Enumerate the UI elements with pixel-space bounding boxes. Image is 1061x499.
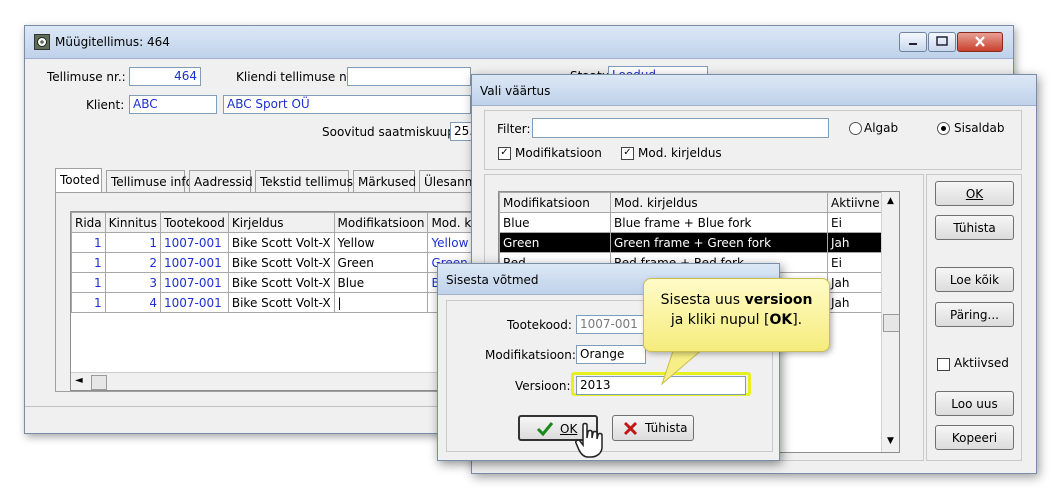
scroll-down-icon[interactable]: ▼: [887, 436, 894, 446]
instruction-callout: Sisesta uus versioon ja kliki nupul [OK]…: [643, 278, 830, 352]
versioon-label: Versioon:: [515, 379, 571, 393]
tab-tooted[interactable]: Tooted: [55, 168, 102, 193]
client-name-field[interactable]: ABC Sport OÜ: [223, 95, 471, 114]
col-aktiivne[interactable]: Aktiivne: [827, 192, 884, 213]
scroll-thumb[interactable]: [883, 314, 899, 332]
tootekood-field[interactable]: 1007-001: [576, 315, 646, 334]
vali-window-title: Vali väärtus: [480, 84, 551, 98]
tooted-panel: Rida Kinnitus Tootekood Kirjeldus Modifi…: [55, 192, 478, 392]
delivery-date-label: Soovitud saatmiskuup.:: [322, 125, 463, 139]
radio-sisaldab-label: Sisaldab: [954, 121, 1005, 135]
order-no-field[interactable]: 464: [129, 67, 201, 86]
tab-tekstid-tellimusel[interactable]: Tekstid tellimusel: [255, 170, 364, 192]
query-button[interactable]: Päring...: [935, 302, 1014, 327]
vali-titlebar: Vali väärtus: [472, 75, 1036, 106]
table-row[interactable]: 1 4 1007-001 Bike Scott Volt-X |: [71, 292, 477, 313]
checkbox-aktiivsed[interactable]: [937, 358, 950, 371]
table-row[interactable]: 1 2 1007-001 Bike Scott Volt-X Green Gre…: [71, 252, 477, 273]
ok-button[interactable]: OK: [935, 181, 1014, 206]
checkbox-mod-kirjeldus-label: Mod. kirjeldus: [638, 146, 722, 160]
tootekood-label: Tootekood:: [507, 318, 572, 332]
client-label: Klient:: [86, 98, 125, 112]
tab-aadressid[interactable]: Aadressid: [189, 170, 253, 192]
close-icon: [975, 36, 985, 47]
tab-ulesanne[interactable]: Ülesanne: [419, 170, 475, 192]
minimize-icon: [909, 43, 917, 45]
minimize-button[interactable]: [899, 32, 927, 52]
client-order-field[interactable]: [347, 67, 471, 86]
table-row[interactable]: 1 3 1007-001 Bike Scott Volt-X Blue Blue: [71, 272, 477, 293]
col-mod-kirjeldus[interactable]: Mod. kirjeldus: [610, 192, 828, 213]
edit-cell[interactable]: |: [333, 292, 429, 313]
dialog-cancel-button[interactable]: Tühista: [612, 415, 694, 441]
create-new-button[interactable]: Loo uus: [935, 391, 1014, 416]
checkbox-modifikatsioon[interactable]: ✓: [498, 147, 511, 160]
sisesta-window-title: Sisesta võtmed: [446, 273, 539, 287]
hand-cursor-icon: [575, 422, 603, 458]
checkbox-mod-kirjeldus[interactable]: ✓: [621, 147, 634, 160]
client-order-label: Kliendi tellimuse nr.:: [236, 70, 359, 84]
col-rida[interactable]: Rida: [71, 212, 106, 233]
radio-sisaldab[interactable]: [937, 122, 950, 135]
callout-line-1: Sisesta uus versioon: [660, 292, 813, 308]
radio-algab-label: Algab: [864, 121, 899, 135]
modifikatsioon-label: Modifikatsioon:: [485, 348, 576, 362]
scroll-up-icon[interactable]: ▲: [887, 196, 894, 206]
maximize-button[interactable]: [928, 32, 956, 52]
scroll-left-icon[interactable]: ◄: [75, 375, 83, 386]
col-kirjeldus[interactable]: Kirjeldus: [227, 212, 335, 233]
col-modifikatsioon[interactable]: Modifikatsioon: [333, 212, 429, 233]
vertical-scrollbar[interactable]: ▲ ▼: [881, 192, 899, 452]
checkmark-icon: [536, 422, 554, 437]
col-kinnitus[interactable]: Kinnitus: [104, 212, 161, 233]
col-modifikatsioon[interactable]: Modifikatsioon: [499, 192, 611, 213]
table-row-selected[interactable]: Green Green frame + Green fork Jah: [499, 232, 884, 253]
checkbox-modifikatsioon-label: Modifikatsioon: [515, 146, 602, 160]
horizontal-scrollbar[interactable]: ◄: [71, 372, 477, 390]
main-window-title: Müügitellimus: 464: [55, 35, 170, 49]
copy-button[interactable]: Kopeeri: [935, 425, 1014, 450]
order-no-label: Tellimuse nr.:: [47, 70, 126, 84]
tab-tellimuse-info[interactable]: Tellimuse info: [106, 170, 193, 192]
client-code-field[interactable]: ABC: [129, 95, 217, 114]
load-all-button[interactable]: Loe kõik: [935, 267, 1014, 292]
col-tootekood[interactable]: Tootekood: [159, 212, 229, 233]
cross-icon: [623, 421, 638, 436]
close-button[interactable]: [957, 32, 1003, 52]
gear-app-icon: [34, 34, 50, 50]
radio-algab[interactable]: [849, 122, 862, 135]
tab-markused[interactable]: Märkused: [353, 170, 416, 192]
main-titlebar: Müügitellimus: 464: [25, 26, 1013, 59]
checkbox-aktiivsed-label: Aktiivsed: [954, 356, 1009, 370]
products-table: Rida Kinnitus Tootekood Kirjeldus Modifi…: [71, 212, 477, 313]
table-row[interactable]: 1 1 1007-001 Bike Scott Volt-X Yellow Ye…: [71, 232, 477, 253]
cancel-button[interactable]: Tühista: [935, 215, 1014, 240]
maximize-icon: [936, 36, 948, 46]
modifikatsioon-field[interactable]: Orange: [576, 345, 646, 364]
callout-line-2: ja kliki nupul [OK].: [670, 312, 803, 328]
filter-input[interactable]: [532, 118, 829, 138]
scroll-thumb[interactable]: [91, 375, 107, 390]
filter-label: Filter:: [497, 122, 531, 136]
table-row[interactable]: Blue Blue frame + Blue fork Ei: [499, 212, 884, 233]
products-grid: Rida Kinnitus Tootekood Kirjeldus Modifi…: [70, 211, 478, 391]
